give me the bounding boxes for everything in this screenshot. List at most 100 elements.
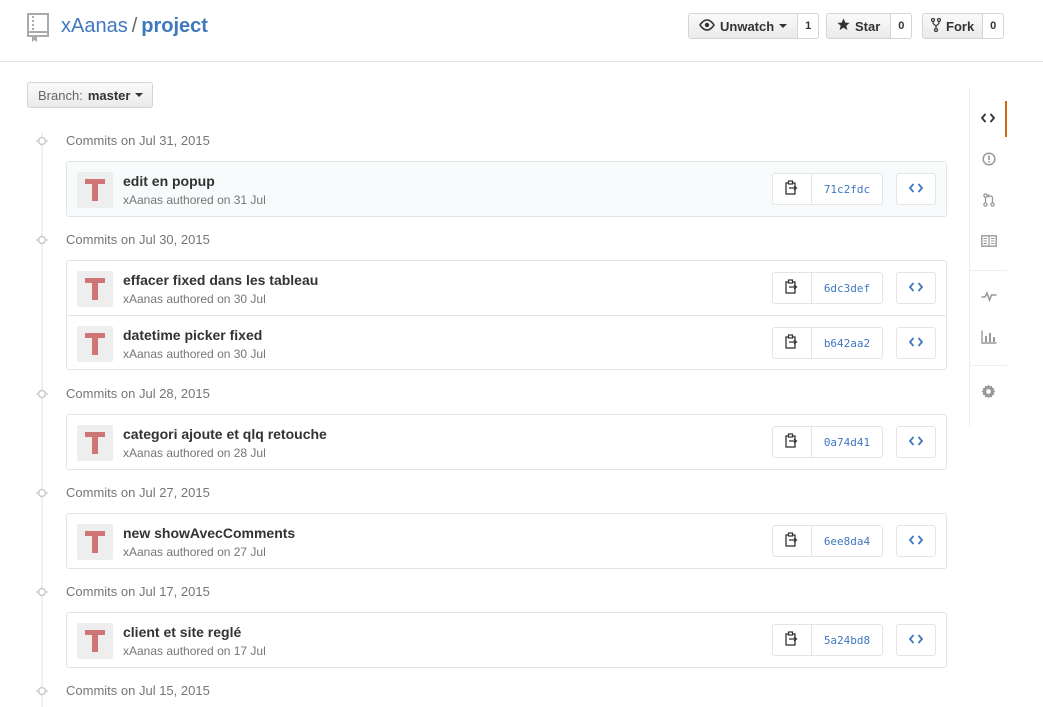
commit-message-link[interactable]: effacer fixed dans les tableau: [123, 272, 318, 288]
commit-row: client et site reglé xAanas authored on 1…: [67, 613, 946, 667]
commit-meta: xAanas authored on 27 Jul: [123, 545, 266, 559]
fork-icon: [930, 17, 946, 35]
avatar[interactable]: [77, 172, 113, 208]
copy-sha-button[interactable]: [772, 624, 812, 656]
commit-meta: xAanas authored on 28 Jul: [123, 446, 266, 460]
code-icon: [908, 336, 924, 351]
code-icon: [908, 281, 924, 296]
avatar[interactable]: [77, 425, 113, 461]
avatar[interactable]: [77, 623, 113, 659]
graph-icon: [980, 330, 997, 347]
browse-files-button[interactable]: [896, 624, 936, 656]
repo-owner-link[interactable]: xAanas: [61, 15, 128, 37]
commit-group-list: edit en popup xAanas authored on 31 Jul 71…: [66, 161, 947, 217]
nav-pull-requests[interactable]: [970, 183, 1007, 219]
star-label: Star: [855, 18, 881, 34]
clipboard-icon: [785, 631, 799, 649]
browse-files-button[interactable]: [896, 173, 936, 205]
commit-group-node-icon: [36, 487, 48, 499]
copy-sha-button[interactable]: [772, 272, 812, 304]
watch-count[interactable]: 1: [798, 13, 820, 39]
code-icon: [908, 534, 924, 549]
fork-button[interactable]: Fork: [922, 13, 984, 39]
commit-row: edit en popup xAanas authored on 31 Jul 71…: [67, 162, 946, 216]
clipboard-icon: [785, 180, 799, 198]
commit-group-title: Commits on Jul 27, 2015: [66, 485, 210, 500]
avatar[interactable]: [77, 326, 113, 362]
star-button[interactable]: Star: [826, 13, 892, 39]
commit-group-node-icon: [36, 685, 48, 697]
commit-message-link[interactable]: categori ajoute et qlq retouche: [123, 426, 327, 442]
commit-message-link[interactable]: new showAvecComments: [123, 525, 295, 541]
commit-meta: xAanas authored on 31 Jul: [123, 193, 266, 207]
commit-group-title: Commits on Jul 15, 2015: [66, 683, 210, 698]
browse-files-button[interactable]: [896, 272, 936, 304]
commit-sha-link[interactable]: b642aa2: [812, 327, 883, 359]
fork-count[interactable]: 0: [983, 13, 1005, 39]
browse-files-button[interactable]: [896, 525, 936, 557]
commit-row: categori ajoute et qlq retouche xAanas au…: [67, 415, 946, 469]
issue-icon: [981, 151, 996, 169]
caret-down-icon: [135, 93, 144, 97]
nav-separator: [970, 365, 1007, 366]
repo-icon: [27, 13, 49, 43]
commit-group-node-icon: [36, 388, 48, 400]
browse-files-button[interactable]: [896, 327, 936, 359]
branch-selector-button[interactable]: Branch: master: [27, 82, 154, 108]
copy-sha-button[interactable]: [772, 525, 812, 557]
commit-sha-link[interactable]: 6dc3def: [812, 272, 883, 304]
commit-sha-link[interactable]: 71c2fdc: [812, 173, 883, 205]
commit-group-title: Commits on Jul 30, 2015: [66, 232, 210, 247]
commit-group-list: client et site reglé xAanas authored on 1…: [66, 612, 947, 668]
clipboard-icon: [785, 433, 799, 451]
browse-files-button[interactable]: [896, 426, 936, 458]
commit-group-node-icon: [36, 586, 48, 598]
code-icon: [980, 112, 995, 127]
commit-group-title: Commits on Jul 28, 2015: [66, 386, 210, 401]
nav-wiki[interactable]: [970, 224, 1007, 260]
clipboard-icon: [785, 279, 799, 297]
commit-sha-group: 6ee8da4: [772, 525, 883, 557]
commit-sha-link[interactable]: 5a24bd8: [812, 624, 883, 656]
commit-message-link[interactable]: datetime picker fixed: [123, 327, 262, 343]
repo-name-link[interactable]: project: [141, 15, 208, 37]
nav-code[interactable]: [970, 101, 1007, 137]
unwatch-button[interactable]: Unwatch: [688, 13, 799, 39]
commit-group-title: Commits on Jul 31, 2015: [66, 133, 210, 148]
commit-message-link[interactable]: client et site reglé: [123, 624, 241, 640]
watch-group: Unwatch 1: [688, 13, 820, 39]
star-count[interactable]: 0: [891, 13, 913, 39]
repo-separator: /: [131, 15, 138, 37]
commit-sha-link[interactable]: 6ee8da4: [812, 525, 883, 557]
eye-icon: [699, 18, 720, 34]
branch-value: master: [87, 87, 131, 103]
avatar[interactable]: [77, 271, 113, 307]
commit-meta: xAanas authored on 17 Jul: [123, 644, 266, 658]
code-icon: [908, 182, 924, 197]
code-icon: [908, 633, 924, 648]
timeline-line: [41, 133, 43, 707]
repo-sidebar-nav: [969, 88, 1007, 426]
nav-settings[interactable]: [970, 375, 1007, 411]
repo-title: xAanas / project: [61, 15, 208, 38]
commit-sha-group: 0a74d41: [772, 426, 883, 458]
star-icon: [837, 18, 855, 34]
repo-header: xAanas / project Unwatch 1 Star 0 Fork 0: [0, 0, 1043, 62]
nav-issues[interactable]: [970, 142, 1007, 178]
copy-sha-button[interactable]: [772, 327, 812, 359]
nav-pulse[interactable]: [970, 279, 1007, 315]
avatar[interactable]: [77, 524, 113, 560]
pulse-icon: [981, 290, 997, 305]
commit-group-node-icon: [36, 234, 48, 246]
copy-sha-button[interactable]: [772, 173, 812, 205]
pull-request-icon: [982, 192, 995, 210]
wiki-icon: [980, 234, 997, 250]
copy-sha-button[interactable]: [772, 426, 812, 458]
commit-message-link[interactable]: edit en popup: [123, 173, 215, 189]
commit-group-title: Commits on Jul 17, 2015: [66, 584, 210, 599]
commit-sha-link[interactable]: 0a74d41: [812, 426, 883, 458]
commit-meta: xAanas authored on 30 Jul: [123, 292, 266, 306]
nav-graphs[interactable]: [970, 320, 1007, 356]
commit-sha-group: b642aa2: [772, 327, 883, 359]
commit-group-list: categori ajoute et qlq retouche xAanas au…: [66, 414, 947, 470]
